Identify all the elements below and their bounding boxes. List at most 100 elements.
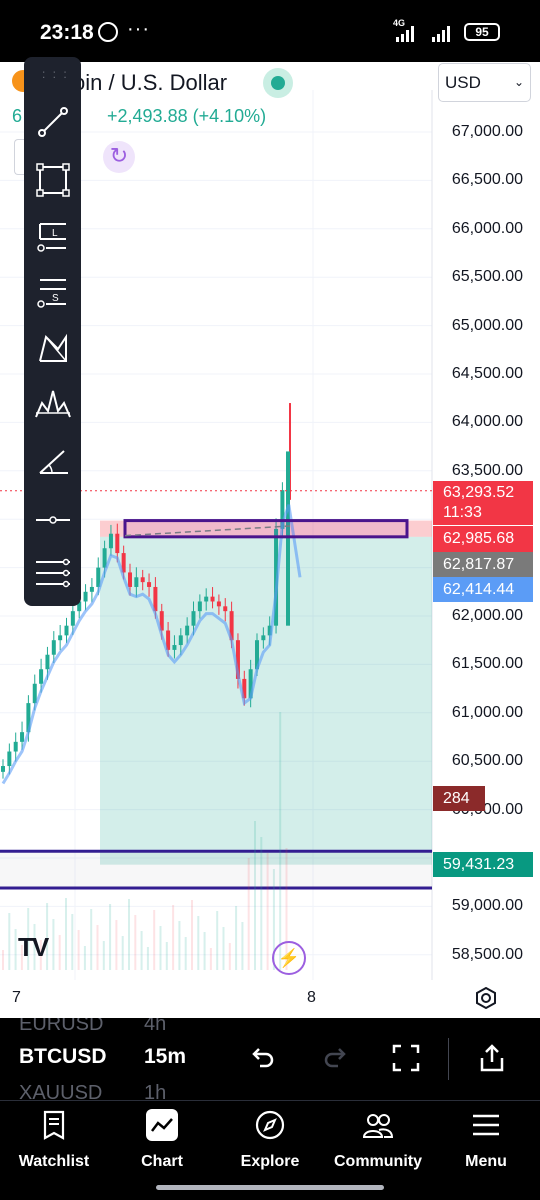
symbol-bar: EURUSD 4h BTCUSD 15m XAUUSD 1h [0,1018,540,1100]
volume-bar [191,900,193,970]
nav-label: Explore [240,1153,300,1170]
candle-body [191,611,196,626]
volume-bar [235,906,238,970]
candle-body [185,625,190,636]
volume-bar [216,911,219,970]
volume-bar [115,920,118,970]
volume-bar [58,935,61,970]
volume-bar [2,950,4,970]
symbol-title[interactable]: coin / U.S. Dollar [62,70,227,96]
price-tick: 60,500.00 [451,752,523,770]
price-tick: 62,000.00 [451,607,523,624]
trend-angle-icon[interactable] [32,441,74,483]
more-tools-icon[interactable] [32,552,74,594]
short-position-icon[interactable]: S [32,271,74,313]
nav-watchlist[interactable]: Watchlist [0,1101,108,1181]
price-tick: 64,500.00 [451,365,523,382]
candle-body [58,635,63,641]
next-timeframe[interactable]: 1h [144,1082,166,1100]
share-icon[interactable] [476,1042,508,1074]
prev-symbol[interactable]: EURUSD [19,1018,103,1036]
candle-body [20,732,25,742]
candle-body [13,741,18,752]
settings-icon[interactable] [475,987,497,1009]
volume-bar [260,837,263,970]
candle-body [216,601,221,607]
price-tick: 65,500.00 [451,268,523,286]
volume-bar [159,926,162,970]
candle-body [178,635,183,646]
volume-bar [197,916,200,970]
nav-label: Menu [465,1153,507,1170]
volume-bar [279,712,282,970]
status-bar: 23:18 ··· 4G 95 [0,0,540,62]
time-label-7: 7 [12,989,21,1006]
volume-bar [8,913,11,970]
nav-explore[interactable]: Explore [216,1101,324,1181]
redo-icon[interactable] [320,1042,352,1074]
volume-bar [83,946,86,970]
bolt-icon[interactable]: ⚡ [272,941,306,975]
candle-body [89,586,94,592]
head-shoulders-icon[interactable] [32,383,74,425]
trend-line-icon[interactable] [32,101,74,143]
refresh-icon[interactable]: ↻ [103,141,135,173]
candle-body [45,654,50,670]
nav-chart[interactable]: Chart [108,1101,216,1181]
volume-bar [134,915,137,970]
nav-label: Community [334,1153,422,1170]
stop-level-label: 59,431.23 [433,852,533,877]
candle-body [70,611,75,626]
long-position-icon[interactable]: L [32,215,74,257]
price-tick: 66,500.00 [451,171,523,189]
volume-bar [172,905,175,970]
compass-icon [255,1110,285,1140]
volume-bar [153,910,156,970]
volume-bar [65,898,67,970]
price-tick: 64,000.00 [451,413,523,431]
last-price-value: 63,293.52 [443,484,515,501]
volume-bar [241,922,244,970]
undo-icon[interactable] [246,1042,278,1074]
more-notifications-icon: ··· [127,18,150,40]
price-tick: 66,000.00 [451,219,523,237]
candle-body [210,596,215,602]
drawing-top-label: 62,985.68 [433,526,533,552]
drawing-toolbar: : : : L S [24,57,81,606]
xabcd-pattern-icon[interactable] [32,327,74,369]
candle-body [7,751,12,767]
candle-body [204,596,209,602]
price-tick: 67,000.00 [451,123,523,140]
time-axis[interactable]: 7 8 [0,980,540,1018]
home-indicator[interactable] [156,1185,384,1190]
price-tick: 63,500.00 [451,461,523,479]
volume-bar [90,909,93,970]
nav-community[interactable]: Community [324,1101,432,1181]
volume-bar [71,914,74,970]
indicator-toggle[interactable] [14,139,24,175]
rectangle-icon[interactable] [32,159,74,201]
symbol-name[interactable]: BTCUSD [19,1045,107,1069]
fullscreen-icon[interactable] [390,1042,422,1074]
volume-bar [228,943,231,970]
drag-handle[interactable]: : : : [42,67,69,81]
volume-bar [222,927,225,970]
price-tick: 58,500.00 [451,945,523,963]
price-tick: 61,000.00 [451,703,523,721]
chart-icon [151,1118,173,1132]
next-symbol[interactable]: XAUUSD [19,1082,102,1100]
volume-bar [178,921,181,970]
nav-label: Chart [141,1153,183,1170]
drawn-rectangle [123,519,409,539]
prev-timeframe[interactable]: 4h [144,1018,166,1036]
tradingview-logo: TV [18,932,49,962]
nav-menu[interactable]: Menu [432,1101,540,1181]
volume-bar [77,930,80,970]
volume-bar [52,919,55,970]
volume-bar [140,931,143,970]
candle-body [1,766,5,772]
bars-count-label: 284 [433,786,485,811]
horizontal-ray-icon[interactable] [32,499,74,541]
timeframe[interactable]: 15m [144,1045,186,1069]
volume-bar [96,925,99,970]
